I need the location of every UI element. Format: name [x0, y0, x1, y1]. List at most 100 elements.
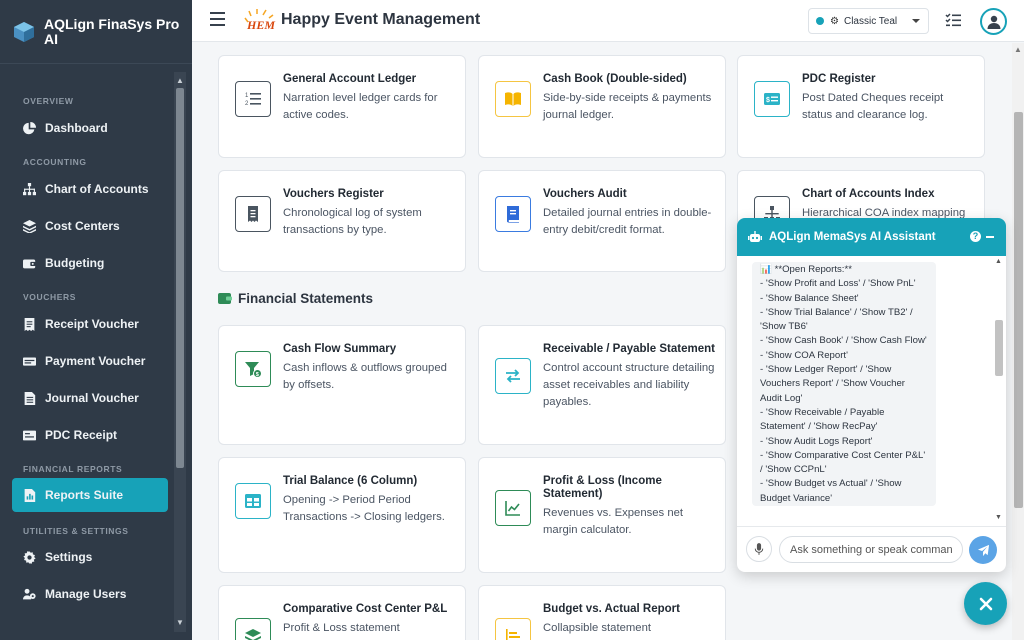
layers-icon: [235, 618, 271, 640]
card-description: Revenues vs. Expenses net margin calcula…: [543, 507, 684, 536]
receipt-icon: [235, 196, 271, 232]
wallet-icon: [218, 293, 232, 304]
report-card-pdc-register[interactable]: $ PDC Register Post Dated Cheques receip…: [737, 55, 985, 158]
message-line: - 'Show Comparative Cost Center P&L' / '…: [760, 449, 926, 476]
sidebar-item-cost-centers[interactable]: Cost Centers: [12, 209, 168, 243]
hamburger-menu-icon[interactable]: [210, 12, 225, 26]
theme-gear-icon: ⚙: [830, 15, 839, 27]
user-avatar[interactable]: [980, 8, 1007, 35]
main-scroll-up-icon[interactable]: ▲: [1012, 45, 1024, 54]
card-title: Trial Balance (6 Column): [283, 475, 418, 487]
minimize-icon[interactable]: [986, 236, 994, 238]
sidebar-item-receipt-voucher[interactable]: Receipt Voucher: [12, 307, 168, 341]
microphone-icon: [754, 543, 764, 555]
sidebar-item-manage-users[interactable]: Manage Users: [12, 577, 168, 611]
ai-assistant-panel: AQLign MemaSys AI Assistant ? 📊 **Open R…: [737, 218, 1006, 572]
sidebar-item-label: Dashboard: [45, 121, 108, 135]
send-button[interactable]: [969, 536, 997, 564]
report-card-trial-balance[interactable]: Trial Balance (6 Column) Opening -> Peri…: [218, 457, 466, 573]
robot-icon: [748, 231, 762, 242]
sidebar-item-chart-of-accounts[interactable]: Chart of Accounts: [12, 172, 168, 206]
microphone-button[interactable]: [746, 536, 772, 562]
card-title: Receivable / Payable Statement: [543, 343, 715, 355]
report-card-cost-center-pl[interactable]: Comparative Cost Center P&L Profit & Los…: [218, 585, 466, 640]
report-card-vouchers-register[interactable]: Vouchers Register Chronological log of s…: [218, 170, 466, 272]
theme-color-dot: [816, 17, 824, 25]
sidebar-item-reports-suite[interactable]: Reports Suite: [12, 478, 168, 512]
card-title: Budget vs. Actual Report: [543, 603, 680, 615]
sidebar-item-payment-voucher[interactable]: Payment Voucher: [12, 344, 168, 378]
svg-text:$: $: [256, 372, 259, 378]
receipt-icon: [24, 317, 35, 331]
chart-line-icon: [495, 490, 531, 526]
money-check-icon: $: [754, 81, 790, 117]
card-title: Vouchers Audit: [543, 188, 627, 200]
sidebar-scrollbar-thumb[interactable]: [176, 88, 184, 468]
card-description: Side-by-side receipts & payments journal…: [543, 92, 712, 121]
theme-select[interactable]: ⚙ Classic Teal: [808, 8, 929, 34]
report-card-budget-actual[interactable]: Budget vs. Actual Report Collapsible sta…: [478, 585, 726, 640]
report-card-cash-book[interactable]: Cash Book (Double-sided) Side-by-side re…: [478, 55, 726, 158]
sidebar-item-pdc-receipt[interactable]: PDC Receipt: [12, 418, 168, 452]
sidebar-item-label: Manage Users: [45, 587, 127, 601]
sidebar-nav: OVERVIEW Dashboard ACCOUNTING Chart of A…: [0, 72, 176, 640]
report-card-profit-loss[interactable]: Profit & Loss (Income Statement) Revenue…: [478, 457, 726, 573]
report-card-general-ledger[interactable]: 12 General Account Ledger Narration leve…: [218, 55, 466, 158]
sidebar: AQLign FinaSys Pro AI OVERVIEW Dashboard…: [0, 0, 192, 640]
message-line: - 'Show Profit and Loss' / 'Show PnL': [760, 278, 916, 290]
chevron-down-icon: [912, 19, 920, 23]
help-icon[interactable]: ?: [970, 231, 981, 242]
card-description: Cash inflows & outflows grouped by offse…: [283, 362, 447, 391]
book-icon: [495, 196, 531, 232]
chat-scroll-down-icon[interactable]: ▼: [994, 514, 1003, 521]
chat-header[interactable]: AQLign MemaSys AI Assistant: [737, 218, 1006, 256]
message-line: - 'Show COA Report': [760, 349, 848, 361]
main-scrollbar-thumb[interactable]: [1014, 112, 1023, 508]
sidebar-item-label: Cost Centers: [45, 219, 120, 233]
sidebar-item-dashboard[interactable]: Dashboard: [12, 111, 168, 145]
message-line: - 'Show Trial Balance' / 'Show TB2' / 'S…: [760, 306, 913, 333]
svg-text:HEM: HEM: [246, 18, 275, 32]
file-chart-icon: [24, 488, 36, 502]
report-card-vouchers-audit[interactable]: Vouchers Audit Detailed journal entries …: [478, 170, 726, 272]
sidebar-item-label: Receipt Voucher: [45, 317, 139, 331]
tasks-checklist-icon[interactable]: [945, 12, 961, 28]
bar-chart-icon: [495, 618, 531, 640]
card-title: General Account Ledger: [283, 73, 417, 85]
brand-title: AQLign FinaSys Pro AI: [44, 15, 180, 47]
svg-text:1: 1: [245, 93, 249, 99]
chat-scrollbar-thumb[interactable]: [995, 320, 1003, 376]
sidebar-scroll-up-icon[interactable]: ▲: [176, 76, 184, 86]
card-title: Comparative Cost Center P&L: [283, 603, 448, 615]
theme-select-value: Classic Teal: [843, 15, 898, 27]
sidebar-item-journal-voucher[interactable]: Journal Voucher: [12, 381, 168, 415]
report-card-cash-flow[interactable]: $ Cash Flow Summary Cash inflows & outfl…: [218, 325, 466, 445]
message-line: - 'Show Audit Logs Report': [760, 435, 873, 447]
table-icon: [235, 483, 271, 519]
card-description: Opening -> Period Period Transactions ->…: [283, 494, 445, 523]
chat-input[interactable]: [779, 536, 963, 563]
message-line: 📊 **Open Reports:**: [760, 264, 852, 275]
sidebar-item-settings[interactable]: Settings: [12, 540, 168, 574]
sidebar-item-budgeting[interactable]: Budgeting: [12, 246, 168, 280]
svg-text:$: $: [766, 97, 770, 104]
sidebar-scroll-down-icon[interactable]: ▼: [176, 618, 184, 628]
chat-input-bar: [737, 526, 1006, 572]
report-card-receivable-payable[interactable]: Receivable / Payable Statement Control a…: [478, 325, 726, 445]
close-chat-button[interactable]: [964, 582, 1007, 625]
message-line: - 'Show Ledger Report' / 'Show Vouchers …: [760, 364, 905, 404]
section-label-overview: OVERVIEW: [23, 96, 74, 106]
top-header: HEM Happy Event Management ⚙ Classic Tea…: [192, 0, 1024, 42]
file-lines-icon: [24, 391, 36, 405]
message-line: - 'Show Balance Sheet': [760, 292, 859, 304]
close-icon: [979, 597, 992, 610]
chat-scroll-up-icon[interactable]: ▲: [994, 258, 1003, 265]
svg-text:2: 2: [245, 101, 249, 107]
card-title: Chart of Accounts Index: [802, 188, 935, 200]
brand[interactable]: AQLign FinaSys Pro AI: [0, 0, 192, 64]
app-title: Happy Event Management: [281, 11, 481, 28]
message-line: - 'Show Receivable / Payable Statement' …: [760, 406, 885, 433]
card-description: Control account structure detailing asse…: [543, 362, 715, 408]
section-label-financial-reports: FINANCIAL REPORTS: [23, 464, 123, 474]
paper-plane-icon: [977, 544, 989, 556]
